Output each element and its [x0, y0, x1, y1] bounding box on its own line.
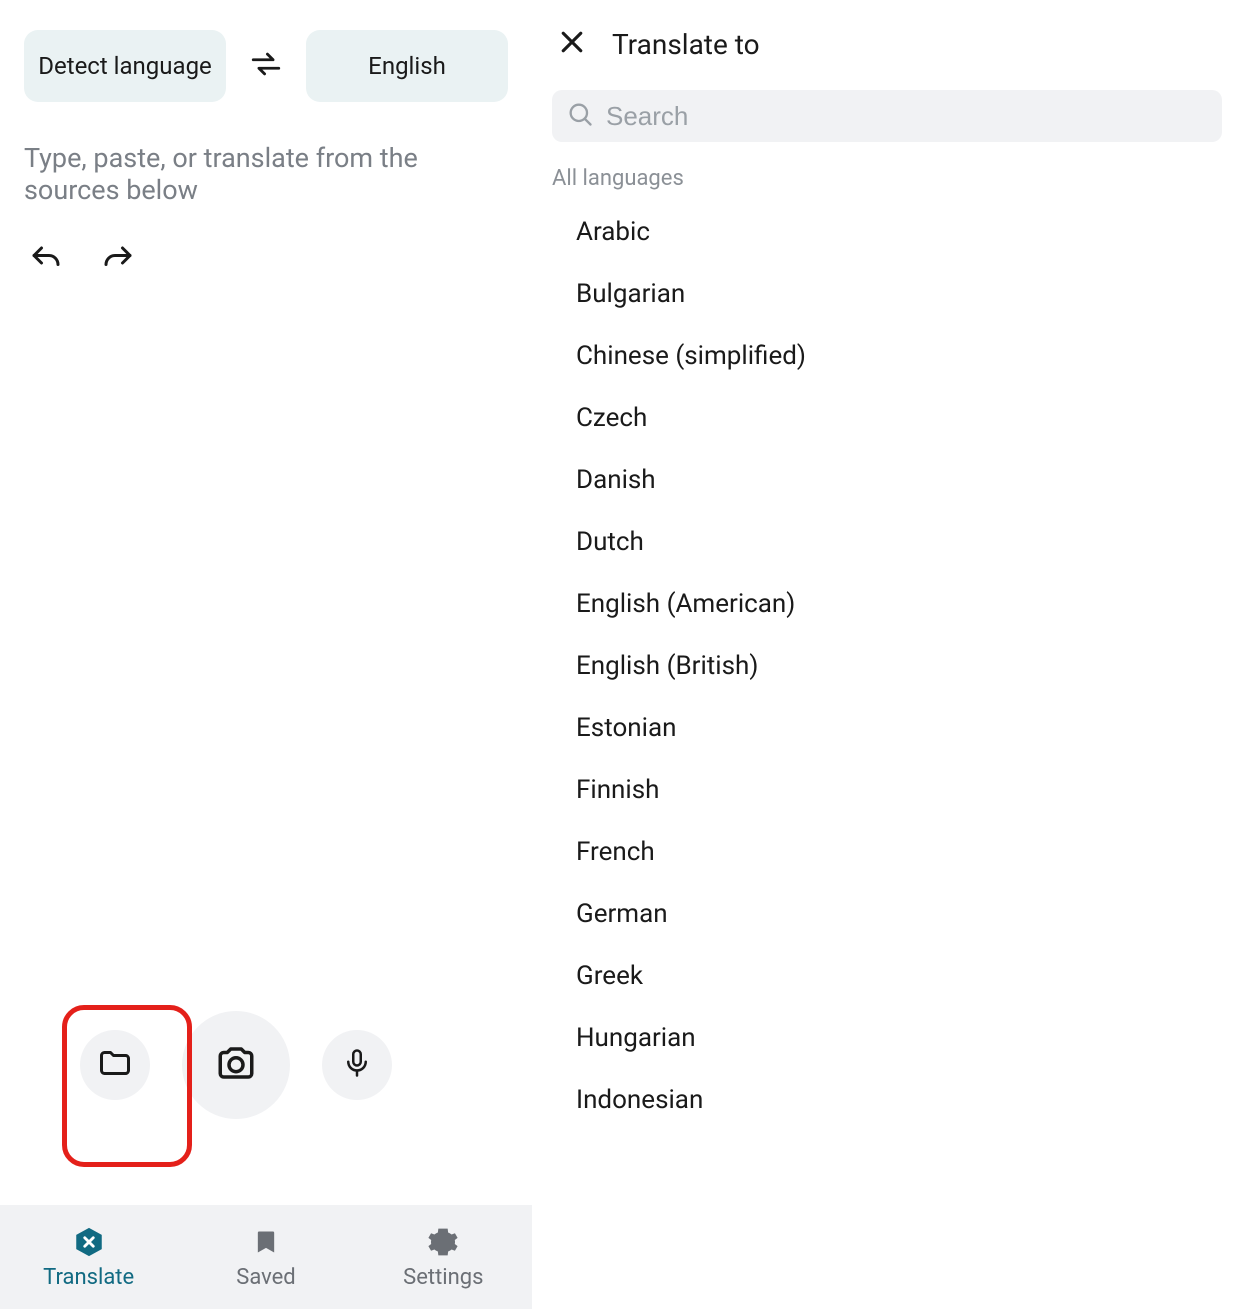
- folder-icon: [97, 1045, 133, 1085]
- voice-source-button[interactable]: [322, 1030, 392, 1100]
- close-icon: [557, 27, 587, 61]
- all-languages-label: All languages: [532, 160, 1242, 201]
- nav-settings[interactable]: Settings: [355, 1205, 532, 1309]
- redo-button[interactable]: [100, 242, 136, 282]
- language-option[interactable]: French: [532, 821, 1242, 883]
- search-field-wrap[interactable]: [552, 90, 1222, 142]
- swap-languages-button[interactable]: [242, 42, 290, 90]
- language-option[interactable]: Hungarian: [532, 1007, 1242, 1069]
- search-icon: [566, 100, 594, 132]
- translate-pane: Detect language English Type, paste, or …: [0, 0, 532, 1309]
- language-option[interactable]: German: [532, 883, 1242, 945]
- language-picker-panel: Translate to All languages Arabic Bulgar…: [532, 0, 1242, 1309]
- translate-icon: [72, 1225, 106, 1259]
- swap-icon: [249, 47, 283, 85]
- search-input[interactable]: [606, 101, 1208, 132]
- gear-icon: [426, 1225, 460, 1259]
- bottom-nav: Translate Saved Settings: [0, 1205, 532, 1309]
- nav-saved[interactable]: Saved: [177, 1205, 354, 1309]
- input-placeholder-text[interactable]: Type, paste, or translate from the sourc…: [0, 102, 532, 206]
- source-language-chip[interactable]: Detect language: [24, 30, 226, 102]
- nav-translate-label: Translate: [43, 1265, 134, 1290]
- language-option[interactable]: Chinese (simplified): [532, 325, 1242, 387]
- language-option[interactable]: Bulgarian: [532, 263, 1242, 325]
- files-source-button[interactable]: [80, 1030, 150, 1100]
- language-option[interactable]: Greek: [532, 945, 1242, 1007]
- undo-button[interactable]: [28, 242, 64, 282]
- panel-title: Translate to: [612, 28, 760, 61]
- language-option[interactable]: English (British): [532, 635, 1242, 697]
- undo-redo-row: [0, 206, 532, 282]
- close-panel-button[interactable]: [552, 24, 592, 64]
- panel-header: Translate to: [532, 24, 1242, 90]
- nav-saved-label: Saved: [236, 1265, 295, 1290]
- redo-icon: [100, 242, 136, 282]
- bookmark-icon: [249, 1225, 283, 1259]
- language-option[interactable]: Arabic: [532, 201, 1242, 263]
- language-option[interactable]: English (American): [532, 573, 1242, 635]
- language-list[interactable]: Arabic Bulgarian Chinese (simplified) Cz…: [532, 201, 1242, 1309]
- language-option[interactable]: Indonesian: [532, 1069, 1242, 1131]
- target-language-chip[interactable]: English: [306, 30, 508, 102]
- language-option[interactable]: Finnish: [532, 759, 1242, 821]
- camera-source-button[interactable]: [182, 1011, 290, 1119]
- source-buttons-row: [0, 1011, 532, 1119]
- nav-translate[interactable]: Translate: [0, 1205, 177, 1309]
- language-selector-row: Detect language English: [0, 0, 532, 102]
- language-option[interactable]: Czech: [532, 387, 1242, 449]
- language-option[interactable]: Dutch: [532, 511, 1242, 573]
- microphone-icon: [342, 1048, 372, 1082]
- undo-icon: [28, 242, 64, 282]
- language-option[interactable]: Danish: [532, 449, 1242, 511]
- camera-icon: [215, 1042, 257, 1088]
- language-option[interactable]: Estonian: [532, 697, 1242, 759]
- nav-settings-label: Settings: [403, 1265, 483, 1290]
